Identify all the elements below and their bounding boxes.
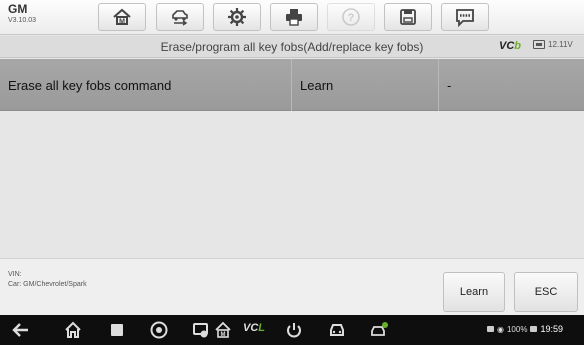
footer-bar: VIN: Car: GM/Chevrolet/Spark Learn ESC <box>0 258 584 315</box>
content-area <box>0 111 584 258</box>
esc-button[interactable]: ESC <box>514 272 578 312</box>
home-nav-icon <box>65 321 81 338</box>
battery-percent: 100% <box>506 324 528 334</box>
learn-button[interactable]: Learn <box>443 272 505 312</box>
row-name-cell: Erase all key fobs command <box>0 59 292 111</box>
brand-block: GM V3.10.03 <box>8 3 36 25</box>
message-icon <box>456 9 474 27</box>
power-icon <box>287 323 301 338</box>
m-home-icon: M <box>215 321 231 338</box>
vehicle-info: VIN: Car: GM/Chevrolet/Spark <box>8 270 87 290</box>
power-button[interactable] <box>283 321 305 339</box>
home-icon: M <box>113 8 131 26</box>
data-logging-button[interactable] <box>441 3 489 31</box>
svg-text:M: M <box>221 332 226 338</box>
svg-text:?: ? <box>348 12 355 24</box>
row-value-cell: Learn <box>292 59 439 111</box>
software-version: V3.10.03 <box>8 17 37 24</box>
help-icon: ? <box>342 8 360 26</box>
recent-apps-icon <box>111 324 123 336</box>
gear-icon <box>228 8 246 26</box>
notification-icon <box>487 326 494 332</box>
service-car-button[interactable] <box>368 321 390 339</box>
top-toolbar: GM V3.10.03 M ? <box>0 0 584 35</box>
car-button[interactable] <box>326 321 348 339</box>
save-icon <box>400 9 416 25</box>
vci-suffix: b <box>514 40 522 52</box>
battery-voltage: 12.11V <box>533 40 573 49</box>
diagnostics-home-button[interactable]: M <box>212 321 234 339</box>
row-unit-cell: - <box>447 77 452 93</box>
vcl-label: VC <box>243 322 259 334</box>
save-button[interactable] <box>384 3 432 31</box>
vcl-suffix: L <box>258 322 266 334</box>
clock: 19:59 <box>540 324 563 334</box>
car-info: Car: GM/Chevrolet/Spark <box>8 281 87 288</box>
tablet-battery-icon <box>530 326 538 332</box>
vehicle-swap-button[interactable] <box>156 3 204 31</box>
wifi-icon: ◉ <box>497 324 504 334</box>
browser-icon <box>150 321 168 339</box>
service-car-icon <box>371 322 388 336</box>
status-tray: ◉ 100% 19:59 <box>487 324 563 334</box>
battery-voltage-value: 12.11V <box>548 40 573 49</box>
system-navigation-bar: M VCL ◉ 100% 19:59 <box>0 315 584 345</box>
print-button[interactable] <box>270 3 318 31</box>
vci-indicator: VCb <box>499 40 521 52</box>
table-row[interactable]: Erase all key fobs command Learn - <box>0 59 584 111</box>
vehicle-make: GM <box>8 2 28 16</box>
back-arrow-icon <box>12 323 28 337</box>
browser-button[interactable] <box>148 321 170 339</box>
vin-label: VIN: <box>8 271 22 278</box>
recent-apps-button[interactable] <box>106 321 128 339</box>
home-nav-button[interactable] <box>62 321 84 339</box>
remote-desktop-button[interactable] <box>190 321 212 339</box>
vcl-indicator[interactable]: VCL <box>243 322 265 334</box>
function-title-bar: Erase/program all key fobs(Add/replace k… <box>0 36 584 58</box>
car-icon <box>330 324 344 336</box>
back-button[interactable] <box>10 321 32 339</box>
help-button[interactable]: ? <box>327 3 375 31</box>
printer-icon <box>286 9 302 26</box>
svg-text:M: M <box>119 19 125 26</box>
remote-desktop-icon <box>193 323 208 338</box>
settings-button[interactable] <box>213 3 261 31</box>
vci-label: VC <box>499 40 515 52</box>
home-button[interactable]: M <box>98 3 146 31</box>
car-battery-icon <box>533 40 545 49</box>
page-title: Erase/program all key fobs(Add/replace k… <box>160 40 424 54</box>
car-swap-icon <box>172 10 188 26</box>
